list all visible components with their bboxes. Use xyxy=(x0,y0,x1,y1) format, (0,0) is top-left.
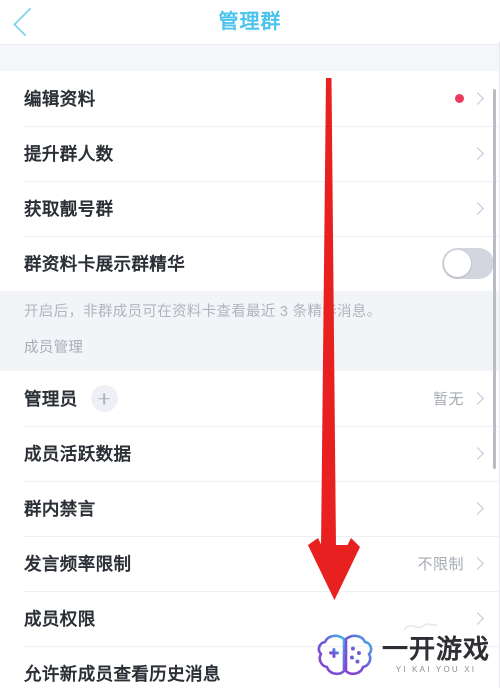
watermark-swoosh-icon xyxy=(404,623,438,630)
row-label: 编辑资料 xyxy=(24,89,96,109)
chevron-right-icon xyxy=(471,447,484,461)
row-accessory xyxy=(455,92,484,105)
row-label: 群资料卡展示群精华 xyxy=(24,254,186,274)
row-label: 允许新成员查看历史消息 xyxy=(24,664,221,685)
watermark-logo: 一开游戏 YI KAI YOU XI xyxy=(316,630,490,680)
row-get-vanity-group[interactable]: 获取靓号群 xyxy=(0,181,500,236)
row-label: 成员活跃数据 xyxy=(24,444,132,465)
row-label: 获取靓号群 xyxy=(24,199,114,219)
add-admin-plus-icon[interactable] xyxy=(90,385,118,413)
page-title: 管理群 xyxy=(218,11,282,33)
row-show-essence-on-group-card[interactable]: 群资料卡展示群精华 xyxy=(0,236,500,291)
essence-hint-text: 开启后，非群成员可在资料卡查看最近 3 条精华消息。 xyxy=(24,304,382,320)
chevron-right-icon xyxy=(471,92,484,105)
row-admins[interactable]: 管理员 暂无 xyxy=(0,371,500,427)
essence-toggle-switch[interactable] xyxy=(442,248,494,279)
row-value: 暂无 xyxy=(432,391,464,409)
back-button[interactable] xyxy=(10,6,44,38)
chevron-right-icon xyxy=(471,392,484,406)
toggle-knob xyxy=(444,250,471,277)
scrollbar-thumb[interactable] xyxy=(493,89,496,469)
row-label: 群内禁言 xyxy=(24,499,96,520)
row-label: 提升群人数 xyxy=(24,144,114,164)
row-value: 不限制 xyxy=(417,556,464,574)
row-accessory xyxy=(471,502,484,516)
watermark-brand: 一开游戏 xyxy=(381,634,490,664)
row-accessory xyxy=(442,248,494,279)
row-accessory: 暂无 xyxy=(433,388,484,409)
section-band: 开启后，非群成员可在资料卡查看最近 3 条精华消息。 成员管理 xyxy=(0,291,500,372)
row-accessory xyxy=(471,147,484,160)
row-label: 成员权限 xyxy=(24,609,96,630)
chevron-right-icon xyxy=(471,202,484,215)
row-member-activity-data[interactable]: 成员活跃数据 xyxy=(0,426,500,482)
settings-scroll-area[interactable]: 编辑资料 提升群人数 获取靓号群 群资料卡展示群精华 开启后，非群成员可在资料卡… xyxy=(0,44,500,688)
row-accessory xyxy=(471,612,484,626)
top-spacer xyxy=(0,44,500,71)
group-settings-section: 编辑资料 提升群人数 获取靓号群 群资料卡展示群精华 xyxy=(0,71,500,291)
watermark-text: 一开游戏 YI KAI YOU XI xyxy=(382,636,490,674)
row-accessory xyxy=(471,447,484,461)
app-root: 管理群 编辑资料 提升群人数 获取靓号群 群资料卡展示群精华 开启后，非群成员可… xyxy=(0,0,500,688)
chevron-right-icon xyxy=(471,557,484,571)
chevron-right-icon xyxy=(471,612,484,626)
brain-gamepad-logo-icon xyxy=(317,634,373,676)
chevron-right-icon xyxy=(471,502,484,516)
row-label: 管理员 xyxy=(24,389,78,410)
section-header-member-management: 成员管理 xyxy=(24,340,84,357)
chevron-left-icon xyxy=(12,7,42,37)
row-edit-profile[interactable]: 编辑资料 xyxy=(0,71,500,126)
row-accessory xyxy=(471,202,484,215)
row-group-mute[interactable]: 群内禁言 xyxy=(0,481,500,537)
watermark-pinyin: YI KAI YOU XI xyxy=(395,665,477,674)
row-label: 发言频率限制 xyxy=(24,554,132,575)
chevron-right-icon xyxy=(471,147,484,160)
row-accessory: 不限制 xyxy=(417,553,484,574)
navigation-bar: 管理群 xyxy=(0,0,500,44)
red-dot-badge-icon xyxy=(455,94,464,103)
vertical-scrollbar[interactable] xyxy=(493,89,496,688)
row-speech-rate-limit[interactable]: 发言频率限制 不限制 xyxy=(0,536,500,592)
row-increase-member-limit[interactable]: 提升群人数 xyxy=(0,126,500,181)
